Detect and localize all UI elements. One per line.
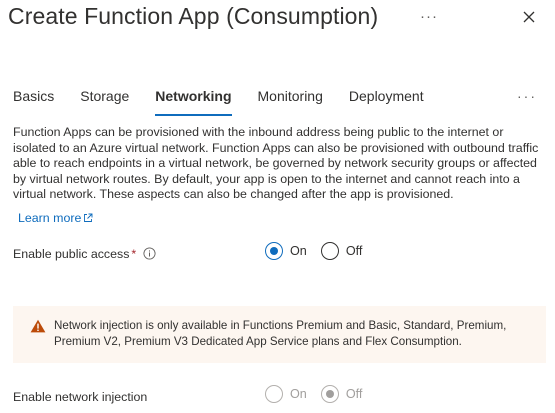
networking-description: Function Apps can be provisioned with th…	[13, 125, 539, 202]
public-access-off-radio[interactable]: Off	[320, 242, 363, 260]
radio-label: On	[290, 244, 307, 258]
public-access-on-radio[interactable]: On	[265, 242, 307, 260]
more-options-button[interactable]: ···	[420, 8, 438, 25]
radio-label: Off	[345, 387, 363, 401]
public-access-label-text: Enable public access	[13, 247, 130, 261]
warning-text: Network injection is only available in F…	[54, 319, 507, 348]
warning-icon	[30, 319, 46, 333]
tab-networking[interactable]: Networking	[155, 88, 257, 116]
tab-deployment[interactable]: Deployment	[349, 88, 450, 116]
tab-bar: Basics Storage Networking Monitoring Dep…	[13, 88, 450, 116]
tabs-overflow-button[interactable]: ···	[517, 88, 537, 104]
info-icon[interactable]	[143, 247, 156, 260]
public-access-radio-group: On Off	[265, 242, 376, 260]
close-button[interactable]	[520, 8, 538, 26]
required-mark: *	[131, 247, 137, 261]
page-title: Create Function App (Consumption)	[8, 3, 379, 29]
radio-label: On	[290, 387, 307, 401]
external-link-icon	[84, 213, 93, 222]
network-injection-radio-group: On Off	[265, 385, 376, 403]
radio-circle	[320, 242, 339, 260]
public-access-label: Enable public access *	[13, 247, 156, 261]
radio-circle	[265, 242, 283, 260]
network-injection-on-radio[interactable]: On	[265, 385, 307, 403]
learn-more-link[interactable]: Learn more	[18, 211, 93, 225]
network-injection-off-radio[interactable]: Off	[320, 385, 363, 403]
learn-more-label: Learn more	[18, 211, 82, 225]
radio-label: Off	[345, 244, 363, 258]
radio-circle	[320, 385, 339, 403]
network-injection-label: Enable network injection	[13, 390, 148, 404]
network-injection-warning: Network injection is only available in F…	[13, 306, 546, 363]
tab-monitoring[interactable]: Monitoring	[258, 88, 349, 116]
tab-storage[interactable]: Storage	[80, 88, 155, 116]
close-icon	[523, 11, 535, 23]
tab-basics[interactable]: Basics	[13, 88, 80, 116]
radio-circle	[265, 385, 283, 403]
